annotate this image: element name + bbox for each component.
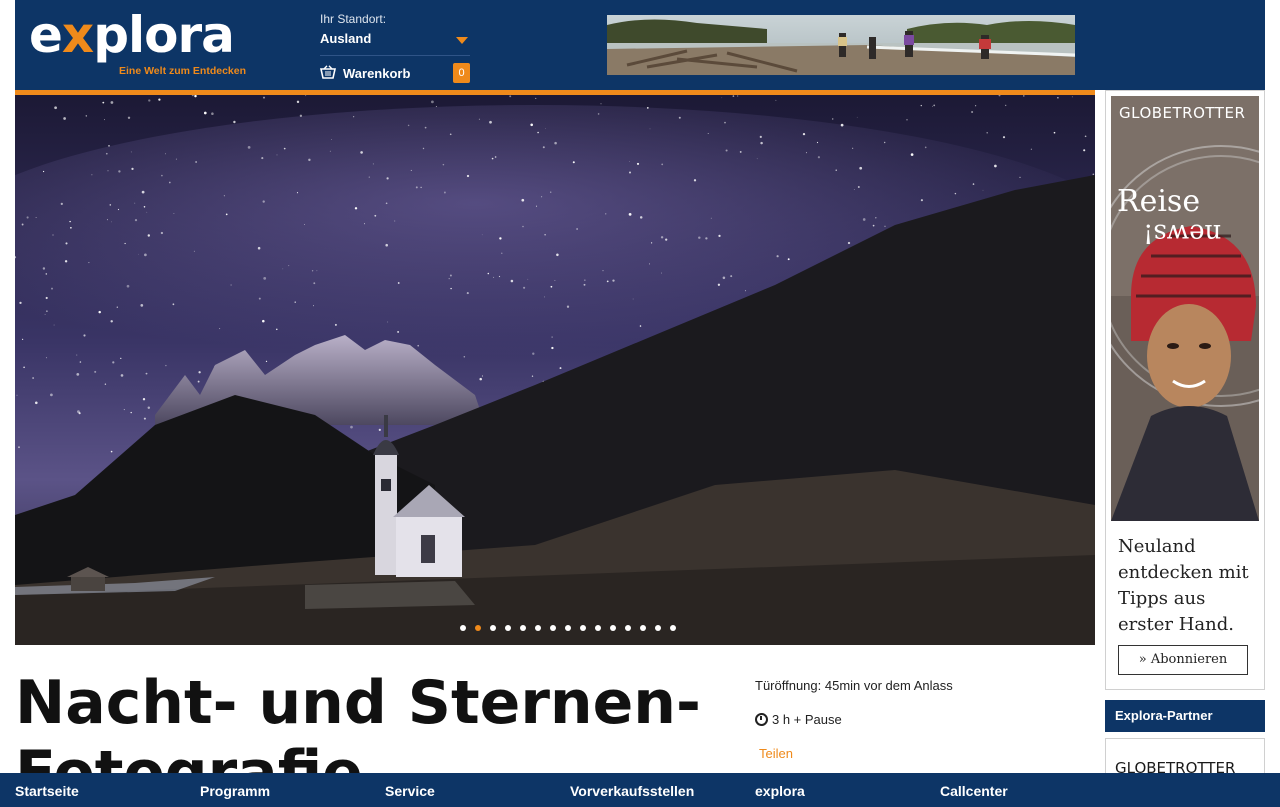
door-opening-row: Türöffnung: 45min vor dem Anlass [755, 678, 953, 712]
duration-text: 3 h + Pause [772, 712, 842, 727]
ad-headline-reise: Reise [1117, 184, 1201, 219]
slider-dot[interactable] [580, 625, 586, 631]
nav-explora[interactable]: explora [755, 783, 805, 799]
slider-dot[interactable] [460, 625, 466, 631]
ad-copy: Neuland entdecken mit Tipps aus erster H… [1118, 536, 1249, 635]
header-banner-ad[interactable] [607, 15, 1075, 75]
hero-slider[interactable] [15, 90, 1095, 645]
slider-dot[interactable] [625, 625, 631, 631]
slider-dot[interactable] [640, 625, 646, 631]
nav-service[interactable]: Service [385, 783, 435, 799]
slider-dot[interactable] [535, 625, 541, 631]
page: explora Eine Welt zum Entdecken Ihr Stan… [0, 0, 1280, 807]
header: explora Eine Welt zum Entdecken Ihr Stan… [15, 0, 1265, 90]
duration-row: 3 h + Pause [755, 712, 953, 746]
slider-dot[interactable] [595, 625, 601, 631]
location-label: Ihr Standort: [320, 12, 387, 26]
slider-dot[interactable] [550, 625, 556, 631]
slider-dots [460, 625, 676, 633]
share-link[interactable]: Teilen [759, 746, 793, 761]
basket-icon [320, 65, 336, 79]
slider-dot[interactable] [655, 625, 661, 631]
event-info: Türöffnung: 45min vor dem Anlass 3 h + P… [755, 678, 953, 780]
slider-dot[interactable] [475, 625, 481, 631]
slider-dot[interactable] [610, 625, 616, 631]
ad-headline-news: news! [1143, 218, 1222, 248]
woman-portrait-image [1111, 96, 1259, 521]
header-divider [320, 55, 470, 56]
slider-dot[interactable] [490, 625, 496, 631]
cart-count-badge: 0 [453, 63, 470, 83]
ad-image: GLOBETROTTER Reise news! [1111, 96, 1259, 521]
door-opening-text: Türöffnung: 45min vor dem Anlass [755, 678, 953, 693]
subscribe-button[interactable]: » Abonnieren [1118, 645, 1248, 675]
sidebar-ad[interactable]: GLOBETROTTER Reise news! Neuland entdeck… [1105, 90, 1265, 690]
bottom-nav: Startseite Programm Service Vorverkaufss… [0, 773, 1280, 807]
slider-dot[interactable] [520, 625, 526, 631]
explora-logo[interactable]: explora Eine Welt zum Entdecken [29, 6, 251, 78]
clock-icon [755, 713, 768, 726]
slider-dot[interactable] [565, 625, 571, 631]
partner-heading: Explora-Partner [1105, 700, 1265, 732]
slider-dot[interactable] [670, 625, 676, 631]
nav-vorverkaufsstellen[interactable]: Vorverkaufsstellen [570, 783, 694, 799]
location-value: Ausland [320, 31, 372, 46]
slider-dot[interactable] [505, 625, 511, 631]
nav-startseite[interactable]: Startseite [15, 783, 79, 799]
ad-brand: GLOBETROTTER [1119, 104, 1246, 122]
beach-hikers-image [607, 15, 1075, 75]
logo-tagline: Eine Welt zum Entdecken [119, 65, 246, 77]
logo-wordmark: explora [29, 6, 235, 64]
nav-callcenter[interactable]: Callcenter [940, 783, 1008, 799]
chevron-down-icon [456, 37, 468, 44]
location-selector[interactable]: Ihr Standort: Ausland [320, 12, 470, 46]
nav-programm[interactable]: Programm [200, 783, 270, 799]
hero-image-night-church [15, 95, 1095, 645]
cart-link[interactable]: Warenkorb 0 [320, 63, 470, 83]
cart-label: Warenkorb [343, 66, 411, 81]
